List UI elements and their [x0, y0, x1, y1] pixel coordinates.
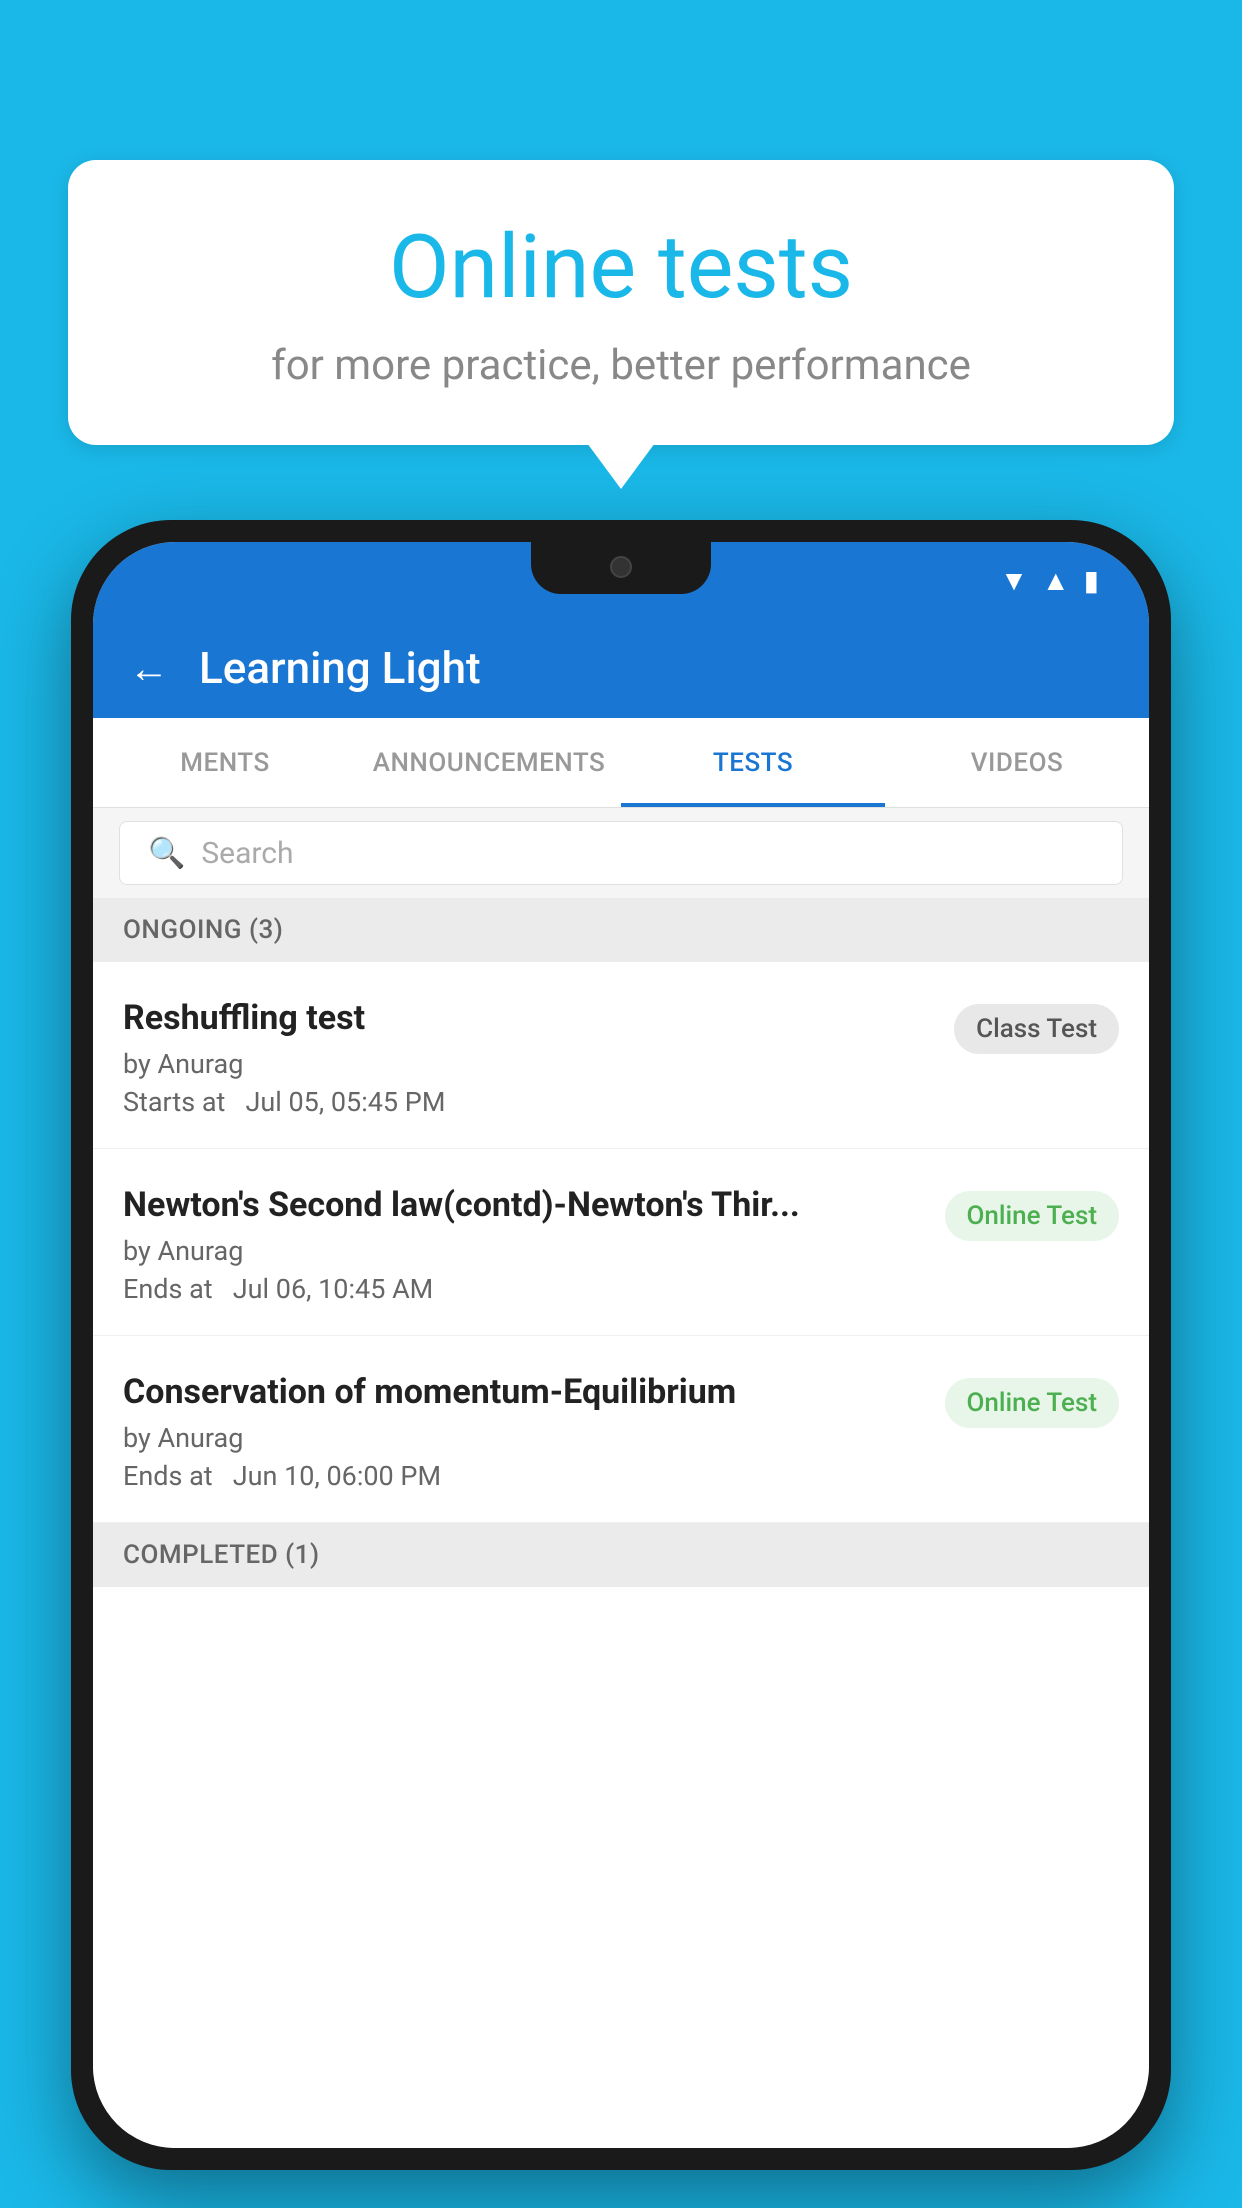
notch	[531, 542, 711, 594]
test-item-name: Conservation of momentum-Equilibrium	[123, 1372, 925, 1412]
test-item[interactable]: Newton's Second law(contd)-Newton's Thir…	[93, 1149, 1149, 1336]
search-container[interactable]: 🔍 Search	[119, 821, 1123, 885]
tab-tests[interactable]: TESTS	[621, 718, 885, 807]
test-item[interactable]: Conservation of momentum-Equilibrium by …	[93, 1336, 1149, 1523]
back-button[interactable]: ←	[129, 645, 169, 692]
test-item[interactable]: Reshuffling test by Anurag Starts at Jul…	[93, 962, 1149, 1149]
test-item-time: Ends at Jun 10, 06:00 PM	[123, 1460, 925, 1492]
tab-bar: MENTS ANNOUNCEMENTS TESTS VIDEOS	[93, 718, 1149, 808]
search-bar: 🔍 Search	[93, 808, 1149, 898]
speech-bubble: Online tests for more practice, better p…	[68, 160, 1174, 445]
status-icons: ▼ ▲ ▮	[1000, 564, 1099, 597]
front-camera	[610, 556, 632, 578]
class-test-badge: Class Test	[954, 1004, 1119, 1054]
test-list: Reshuffling test by Anurag Starts at Jul…	[93, 962, 1149, 2148]
test-item-author: by Anurag	[123, 1048, 934, 1080]
bubble-subtitle: for more practice, better performance	[118, 341, 1124, 390]
test-item-name: Reshuffling test	[123, 998, 934, 1038]
test-item-content: Newton's Second law(contd)-Newton's Thir…	[123, 1185, 945, 1305]
battery-icon: ▮	[1084, 564, 1099, 597]
search-icon: 🔍	[148, 836, 185, 871]
wifi-icon: ▼	[1000, 564, 1028, 597]
online-test-badge: Online Test	[945, 1191, 1120, 1241]
test-item-author: by Anurag	[123, 1235, 925, 1267]
ongoing-section-label: ONGOING (3)	[123, 915, 283, 945]
bubble-title: Online tests	[118, 220, 1124, 317]
test-item-content: Reshuffling test by Anurag Starts at Jul…	[123, 998, 954, 1118]
ongoing-section-header: ONGOING (3)	[93, 898, 1149, 962]
phone-frame: 14:29 ▼ ▲ ▮ ← Learning Light MENTS ANNOU…	[71, 520, 1171, 2170]
test-item-content: Conservation of momentum-Equilibrium by …	[123, 1372, 945, 1492]
tab-ments[interactable]: MENTS	[93, 718, 357, 807]
completed-section-label: COMPLETED (1)	[123, 1540, 320, 1570]
test-item-time: Starts at Jul 05, 05:45 PM	[123, 1086, 934, 1118]
search-input[interactable]: Search	[201, 836, 293, 871]
app-bar-title: Learning Light	[199, 642, 481, 694]
test-item-author: by Anurag	[123, 1422, 925, 1454]
signal-icon: ▲	[1042, 564, 1070, 597]
tab-videos[interactable]: VIDEOS	[885, 718, 1149, 807]
test-item-time: Ends at Jul 06, 10:45 AM	[123, 1273, 925, 1305]
phone-screen: 14:29 ▼ ▲ ▮ ← Learning Light MENTS ANNOU…	[93, 542, 1149, 2148]
app-bar: ← Learning Light	[93, 618, 1149, 718]
test-item-name: Newton's Second law(contd)-Newton's Thir…	[123, 1185, 925, 1225]
tab-announcements[interactable]: ANNOUNCEMENTS	[357, 718, 621, 807]
completed-section-header: COMPLETED (1)	[93, 1523, 1149, 1587]
online-test-badge-2: Online Test	[945, 1378, 1120, 1428]
